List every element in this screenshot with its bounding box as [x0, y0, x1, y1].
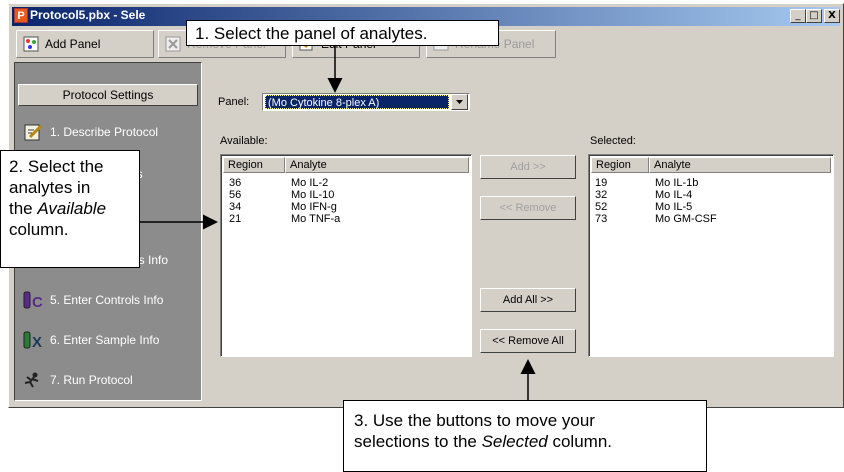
callout3-line: 3. Use the buttons to move your: [354, 411, 595, 430]
callout2-line: the Available: [9, 199, 107, 218]
callout-select-analytes: 2. Select the analytes in the Available …: [0, 150, 140, 268]
callout-select-panel: 1. Select the panel of analytes.: [186, 20, 499, 46]
callout3-line: selections to the Selected column.: [354, 432, 612, 451]
callout2-line: analytes in: [9, 178, 91, 197]
callout-move-buttons: 3. Use the buttons to move your selectio…: [343, 400, 707, 472]
callout2-line: column.: [9, 220, 69, 239]
callout2-line: 2. Select the: [9, 157, 104, 176]
